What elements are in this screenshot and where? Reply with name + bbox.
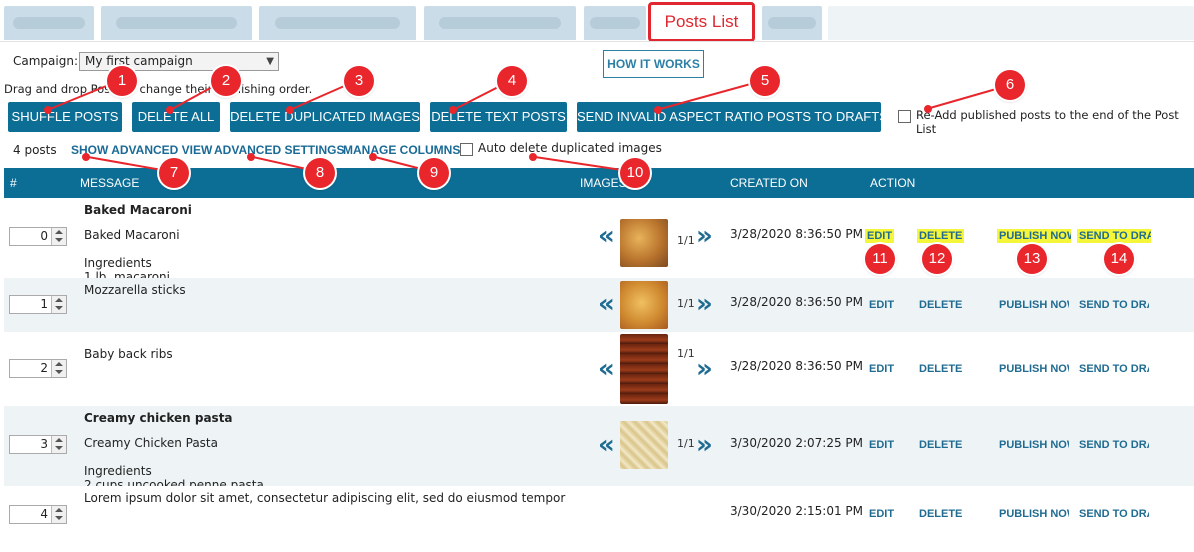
annotation-badge: 1 xyxy=(107,66,137,96)
annotation-badge: 11 xyxy=(865,244,895,274)
annotation-badge: 13 xyxy=(1017,244,1047,274)
annotation-badge: 8 xyxy=(305,158,335,188)
annotation-badge: 14 xyxy=(1104,244,1134,274)
annotation-badge: 7 xyxy=(159,158,189,188)
annotation-badge: 12 xyxy=(922,244,952,274)
annotation-badge: 4 xyxy=(497,66,527,96)
annotation-badge: 9 xyxy=(419,158,449,188)
annotation-badge: 5 xyxy=(750,66,780,96)
annotation-badge: 6 xyxy=(995,70,1025,100)
annotation-badge: 2 xyxy=(211,66,241,96)
annotation-badge: 10 xyxy=(620,158,650,188)
annotation-badge: 3 xyxy=(344,66,374,96)
